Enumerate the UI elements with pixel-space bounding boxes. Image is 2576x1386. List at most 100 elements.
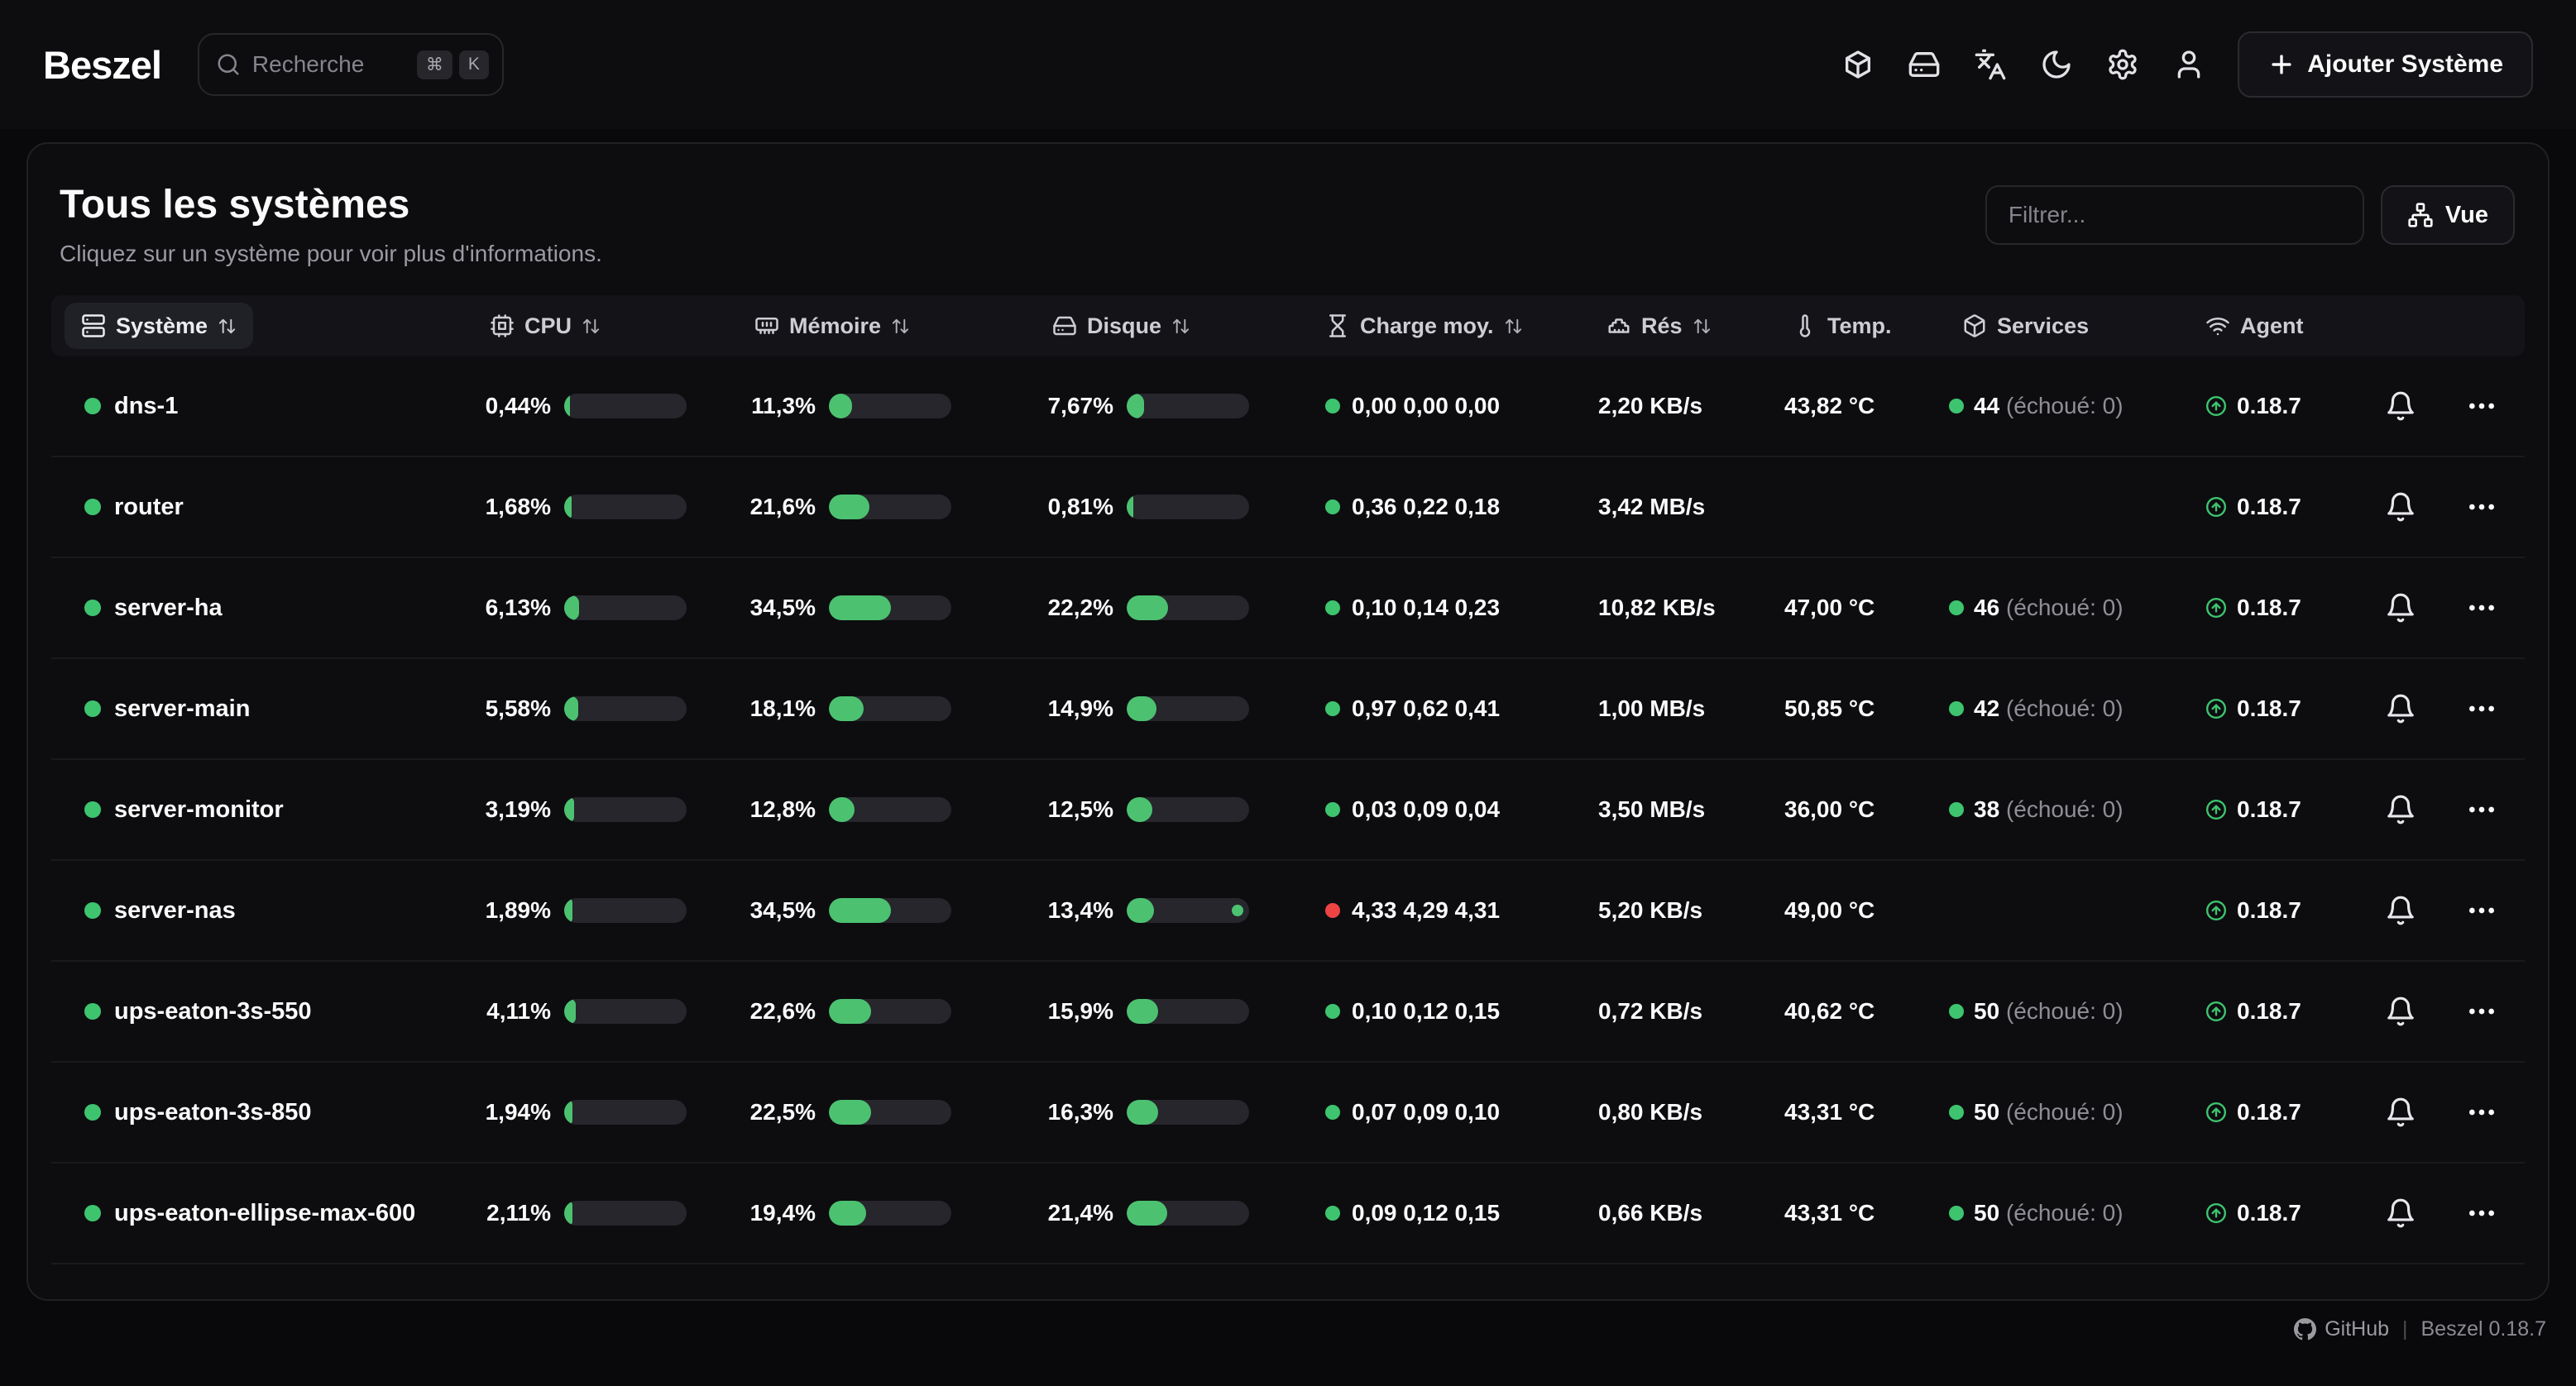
- theme-toggle-button[interactable]: [2029, 37, 2084, 92]
- actions-cell: [2438, 659, 2525, 758]
- disk-cell: 15,9%: [986, 962, 1276, 1061]
- alerts-bell-button[interactable]: [2376, 381, 2425, 431]
- table-row[interactable]: ups-eaton-ellipse-max-600 2,11% 19,4% 21…: [51, 1164, 2525, 1264]
- alerts-bell-button[interactable]: [2376, 684, 2425, 734]
- table-row[interactable]: server-main 5,58% 18,1% 14,9% 0,97 0,62 …: [51, 659, 2525, 760]
- column-header-systeme[interactable]: Système: [65, 303, 253, 349]
- network-cell: 1,00 MB/s: [1565, 659, 1751, 758]
- filter-input[interactable]: [1985, 185, 2364, 245]
- footer: GitHub | Beszel 0.18.7: [0, 1317, 2546, 1341]
- column-header-disque[interactable]: Disque: [986, 295, 1276, 356]
- load-status-dot: [1325, 903, 1340, 918]
- column-header-charge[interactable]: Charge moy.: [1276, 295, 1565, 356]
- column-header-cpu[interactable]: CPU: [448, 295, 713, 356]
- search-input[interactable]: Recherche ⌘ K: [198, 33, 504, 96]
- settings-button[interactable]: [2095, 37, 2150, 92]
- column-header-memoire[interactable]: Mémoire: [713, 295, 986, 356]
- services-text: 46 (échoué: 0): [1974, 595, 2124, 621]
- table-row[interactable]: router 1,68% 21,6% 0,81% 0,36 0,22 0,18 …: [51, 457, 2525, 558]
- table-row[interactable]: server-ha 6,13% 34,5% 22,2% 0,10 0,14 0,…: [51, 558, 2525, 659]
- row-menu-button[interactable]: [2457, 1188, 2507, 1238]
- column-header-res[interactable]: Rés: [1565, 295, 1751, 356]
- row-menu-button[interactable]: [2457, 886, 2507, 935]
- cpu-value: 1,89%: [468, 897, 551, 924]
- load-values: 0,10 0,12 0,15: [1352, 998, 1500, 1025]
- alerts-bell-button[interactable]: [2376, 987, 2425, 1036]
- memory-cell: 12,8%: [713, 760, 986, 859]
- row-menu-button[interactable]: [2457, 684, 2507, 734]
- agent-status-icon: [2205, 1202, 2227, 1224]
- agent-version: 0.18.7: [2237, 695, 2301, 722]
- load-values: 0,97 0,62 0,41: [1352, 695, 1500, 722]
- services-text: 50 (échoué: 0): [1974, 1200, 2124, 1226]
- temperature-cell: [1751, 457, 1929, 557]
- load-cell: 4,33 4,29 4,31: [1276, 861, 1565, 960]
- bell-icon: [2385, 895, 2416, 926]
- disks-button[interactable]: [1897, 37, 1951, 92]
- hard-drive-icon: [1052, 313, 1077, 338]
- card-header: Tous les systèmes Cliquez sur un système…: [28, 144, 2548, 267]
- services-status-dot: [1949, 1105, 1964, 1120]
- system-cell: router: [51, 457, 448, 557]
- view-mode-button[interactable]: Vue: [2381, 185, 2515, 245]
- alerts-bell-button[interactable]: [2376, 1087, 2425, 1137]
- agent-status-icon: [2205, 496, 2227, 518]
- layout-network-icon: [2407, 202, 2434, 228]
- github-link[interactable]: GitHub: [2294, 1317, 2389, 1341]
- cpu-bar: [564, 1201, 687, 1226]
- network-cell: 0,72 KB/s: [1565, 962, 1751, 1061]
- network-value: 0,66 KB/s: [1598, 1200, 1702, 1226]
- actions-cell: [2438, 356, 2525, 456]
- column-header-services[interactable]: Services: [1929, 295, 2186, 356]
- sort-icon: [1504, 317, 1523, 336]
- row-menu-button[interactable]: [2457, 482, 2507, 532]
- add-system-button[interactable]: Ajouter Système: [2238, 31, 2533, 98]
- package-icon: [1841, 48, 1875, 81]
- app-logo[interactable]: Beszel: [43, 42, 161, 88]
- alerts-bell-button[interactable]: [2376, 785, 2425, 834]
- system-cell: ups-eaton-3s-850: [51, 1063, 448, 1162]
- user-menu-button[interactable]: [2162, 37, 2216, 92]
- table-row[interactable]: dns-1 0,44% 11,3% 7,67% 0,00 0,00 0,00 2…: [51, 356, 2525, 457]
- table-row[interactable]: ups-eaton-3s-550 4,11% 22,6% 15,9% 0,10 …: [51, 962, 2525, 1063]
- language-button[interactable]: [1963, 37, 2018, 92]
- cpu-value: 1,94%: [468, 1099, 551, 1126]
- row-menu-button[interactable]: [2457, 1087, 2507, 1137]
- system-status-dot: [84, 700, 101, 717]
- alerts-cell: [2363, 356, 2438, 456]
- services-text: 44 (échoué: 0): [1974, 393, 2124, 419]
- agent-version: 0.18.7: [2237, 998, 2301, 1025]
- column-label: Système: [116, 313, 208, 339]
- system-status-dot: [84, 600, 101, 616]
- github-icon: [2294, 1318, 2316, 1341]
- alerts-bell-button[interactable]: [2376, 482, 2425, 532]
- disk-cell: 12,5%: [986, 760, 1276, 859]
- actions-cell: [2438, 1063, 2525, 1162]
- table-row[interactable]: server-nas 1,89% 34,5% 13,4% 4,33 4,29 4…: [51, 861, 2525, 962]
- column-label: Temp.: [1827, 313, 1892, 339]
- disk-value: 22,2%: [1006, 595, 1113, 621]
- row-menu-button[interactable]: [2457, 785, 2507, 834]
- alerts-bell-button[interactable]: [2376, 886, 2425, 935]
- column-header-alerts: [2363, 295, 2438, 356]
- row-menu-button[interactable]: [2457, 987, 2507, 1036]
- network-value: 2,20 KB/s: [1598, 393, 1702, 419]
- table-row[interactable]: ups-eaton-3s-850 1,94% 22,5% 16,3% 0,07 …: [51, 1063, 2525, 1164]
- column-header-agent[interactable]: Agent: [2186, 295, 2363, 356]
- load-values: 0,09 0,12 0,15: [1352, 1200, 1500, 1226]
- row-menu-button[interactable]: [2457, 583, 2507, 633]
- column-header-temp[interactable]: Temp.: [1751, 295, 1929, 356]
- services-failed: (échoué: 0): [2006, 998, 2124, 1024]
- alerts-bell-button[interactable]: [2376, 1188, 2425, 1238]
- alerts-bell-button[interactable]: [2376, 583, 2425, 633]
- row-menu-button[interactable]: [2457, 381, 2507, 431]
- systems-package-button[interactable]: [1831, 37, 1885, 92]
- services-cell: 50 (échoué: 0): [1929, 1164, 2186, 1263]
- temperature-value: 43,82 °C: [1784, 393, 1875, 419]
- ethernet-icon: [1606, 313, 1631, 338]
- temperature-cell: 43,31 °C: [1751, 1063, 1929, 1162]
- system-status-dot: [84, 902, 101, 919]
- sort-icon: [1693, 317, 1712, 336]
- table-row[interactable]: server-monitor 3,19% 12,8% 12,5% 0,03 0,…: [51, 760, 2525, 861]
- disk-value: 0,81%: [1006, 494, 1113, 520]
